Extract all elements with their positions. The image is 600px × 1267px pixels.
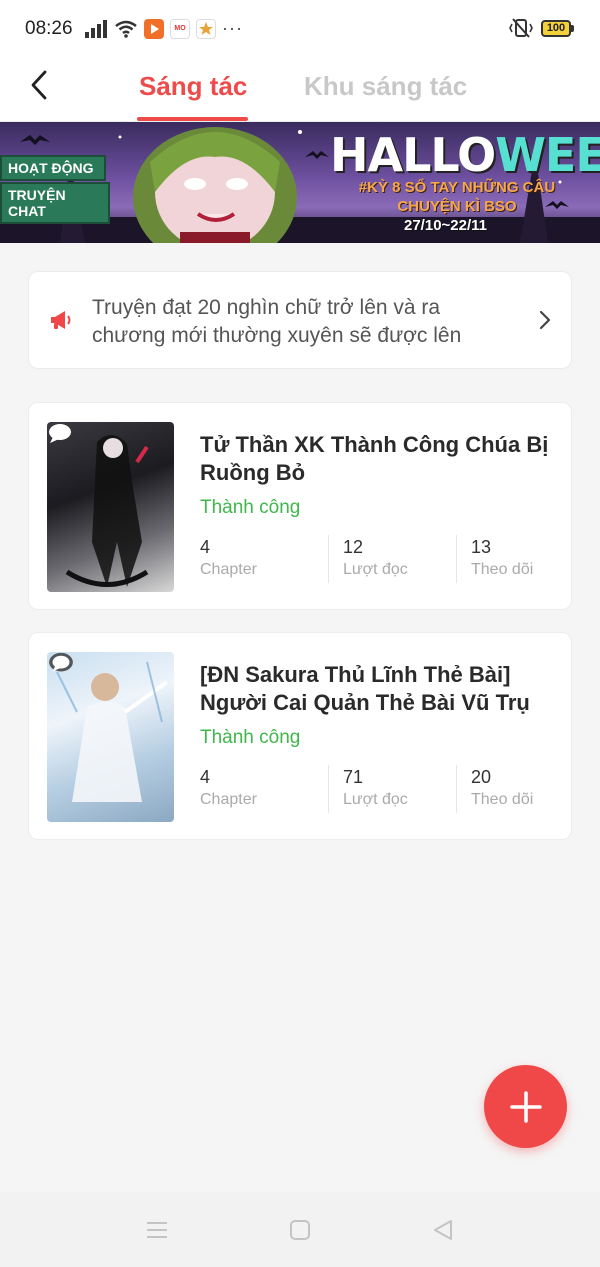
nav-menu-button[interactable] xyxy=(142,1216,172,1244)
nav-back-button[interactable] xyxy=(428,1216,458,1244)
stat-value: 13 xyxy=(471,537,492,557)
cover-artwork xyxy=(65,434,149,587)
story-card[interactable]: [ĐN Sakura Thủ Lĩnh Thẻ Bài] Người Cai Q… xyxy=(28,632,572,840)
story-cover xyxy=(47,422,174,592)
story-status: Thành công xyxy=(200,727,301,748)
stat-reads: 71 Lượt đọc xyxy=(328,765,456,813)
stat-label: Chapter xyxy=(200,791,257,808)
banner-title: HALLOWEEN xyxy=(330,128,600,182)
app-star-icon xyxy=(196,18,216,39)
stat-chapters: 4 Chapter xyxy=(200,765,328,813)
stat-label: Lượt đọc xyxy=(343,561,408,578)
banner-dates: 27/10~22/11 xyxy=(404,217,488,234)
chat-bubble-icon xyxy=(49,424,71,443)
story-status: Thành công xyxy=(200,497,301,518)
home-square-icon xyxy=(290,1220,310,1240)
story-cover xyxy=(47,652,174,822)
halloween-banner[interactable]: HOẠT ĐỘNG TRUYỆN CHAT HALLOWEEN #KỲ 8 SỔ… xyxy=(0,122,600,243)
stat-value: 4 xyxy=(200,767,211,787)
system-nav-bar xyxy=(0,1192,600,1267)
back-button[interactable] xyxy=(24,68,54,102)
app-header: Sáng tác Khu sáng tác xyxy=(0,60,600,122)
nav-home-button[interactable] xyxy=(285,1216,315,1244)
chevron-right-icon xyxy=(539,310,551,330)
active-tab-indicator xyxy=(137,117,248,121)
banner-badge-activity: HOẠT ĐỘNG xyxy=(0,155,106,181)
more-dots-icon: ··· xyxy=(222,18,243,38)
story-card[interactable]: Tử Thần XK Thành Công Chúa Bị Ruồng Bỏ T… xyxy=(28,402,572,610)
battery-level: 100 xyxy=(541,19,571,37)
chevron-left-icon xyxy=(31,70,47,100)
signal-icon xyxy=(85,19,107,38)
stat-value: 4 xyxy=(200,537,211,557)
stat-value: 71 xyxy=(343,767,364,787)
battery-icon: 100 xyxy=(541,19,574,37)
stat-label: Lượt đọc xyxy=(343,791,408,808)
stat-label: Theo dõi xyxy=(471,561,534,578)
menu-icon xyxy=(147,1222,167,1238)
plus-icon xyxy=(509,1090,542,1123)
story-stats: 4 Chapter 12 Lượt đọc 13 Theo dõi xyxy=(200,535,584,583)
story-title: [ĐN Sakura Thủ Lĩnh Thẻ Bài] Người Cai Q… xyxy=(200,662,530,715)
status-icons-right: 100 xyxy=(509,18,574,38)
wifi-icon xyxy=(115,20,137,38)
megaphone-icon xyxy=(51,311,71,329)
app-mo-icon: MO xyxy=(170,18,190,39)
story-title: Tử Thần XK Thành Công Chúa Bị Ruồng Bỏ xyxy=(200,432,549,485)
stat-reads: 12 Lượt đọc xyxy=(328,535,456,583)
vibrate-icon xyxy=(509,18,533,38)
notice-text: Truyện đạt 20 nghìn chữ trở lên và ra ch… xyxy=(92,296,462,347)
stat-label: Chapter xyxy=(200,561,257,578)
stat-followers: 20 Theo dõi xyxy=(456,765,584,813)
cover-artwork xyxy=(56,661,169,802)
status-icons-left: MO ··· xyxy=(84,18,243,39)
banner-title-part-2: WEEN xyxy=(495,128,600,182)
stat-value: 20 xyxy=(471,767,492,787)
notice-card[interactable]: Truyện đạt 20 nghìn chữ trở lên và ra ch… xyxy=(28,271,572,369)
stat-followers: 13 Theo dõi xyxy=(456,535,584,583)
banner-badge-chat-story: TRUYỆN CHAT xyxy=(0,182,110,224)
stat-value: 12 xyxy=(343,537,364,557)
back-triangle-icon xyxy=(434,1220,452,1240)
app-video-icon xyxy=(144,18,164,39)
chat-bubble-icon xyxy=(49,652,73,672)
stat-chapters: 4 Chapter xyxy=(200,535,328,583)
banner-title-part-1: HALLO xyxy=(330,128,496,182)
banner-subtitle: #KỲ 8 SỔ TAY NHỮNG CÂU CHUYỆN KÌ BSO xyxy=(358,179,556,215)
tab-khu-sang-tac[interactable]: Khu sáng tác xyxy=(304,71,467,102)
create-story-button[interactable] xyxy=(484,1065,567,1148)
status-bar: 08:26 MO ··· 100 xyxy=(0,0,600,60)
status-time: 08:26 xyxy=(25,18,73,39)
stat-label: Theo dõi xyxy=(471,791,534,808)
tab-sang-tac[interactable]: Sáng tác xyxy=(139,71,247,102)
story-stats: 4 Chapter 71 Lượt đọc 20 Theo dõi xyxy=(200,765,584,813)
